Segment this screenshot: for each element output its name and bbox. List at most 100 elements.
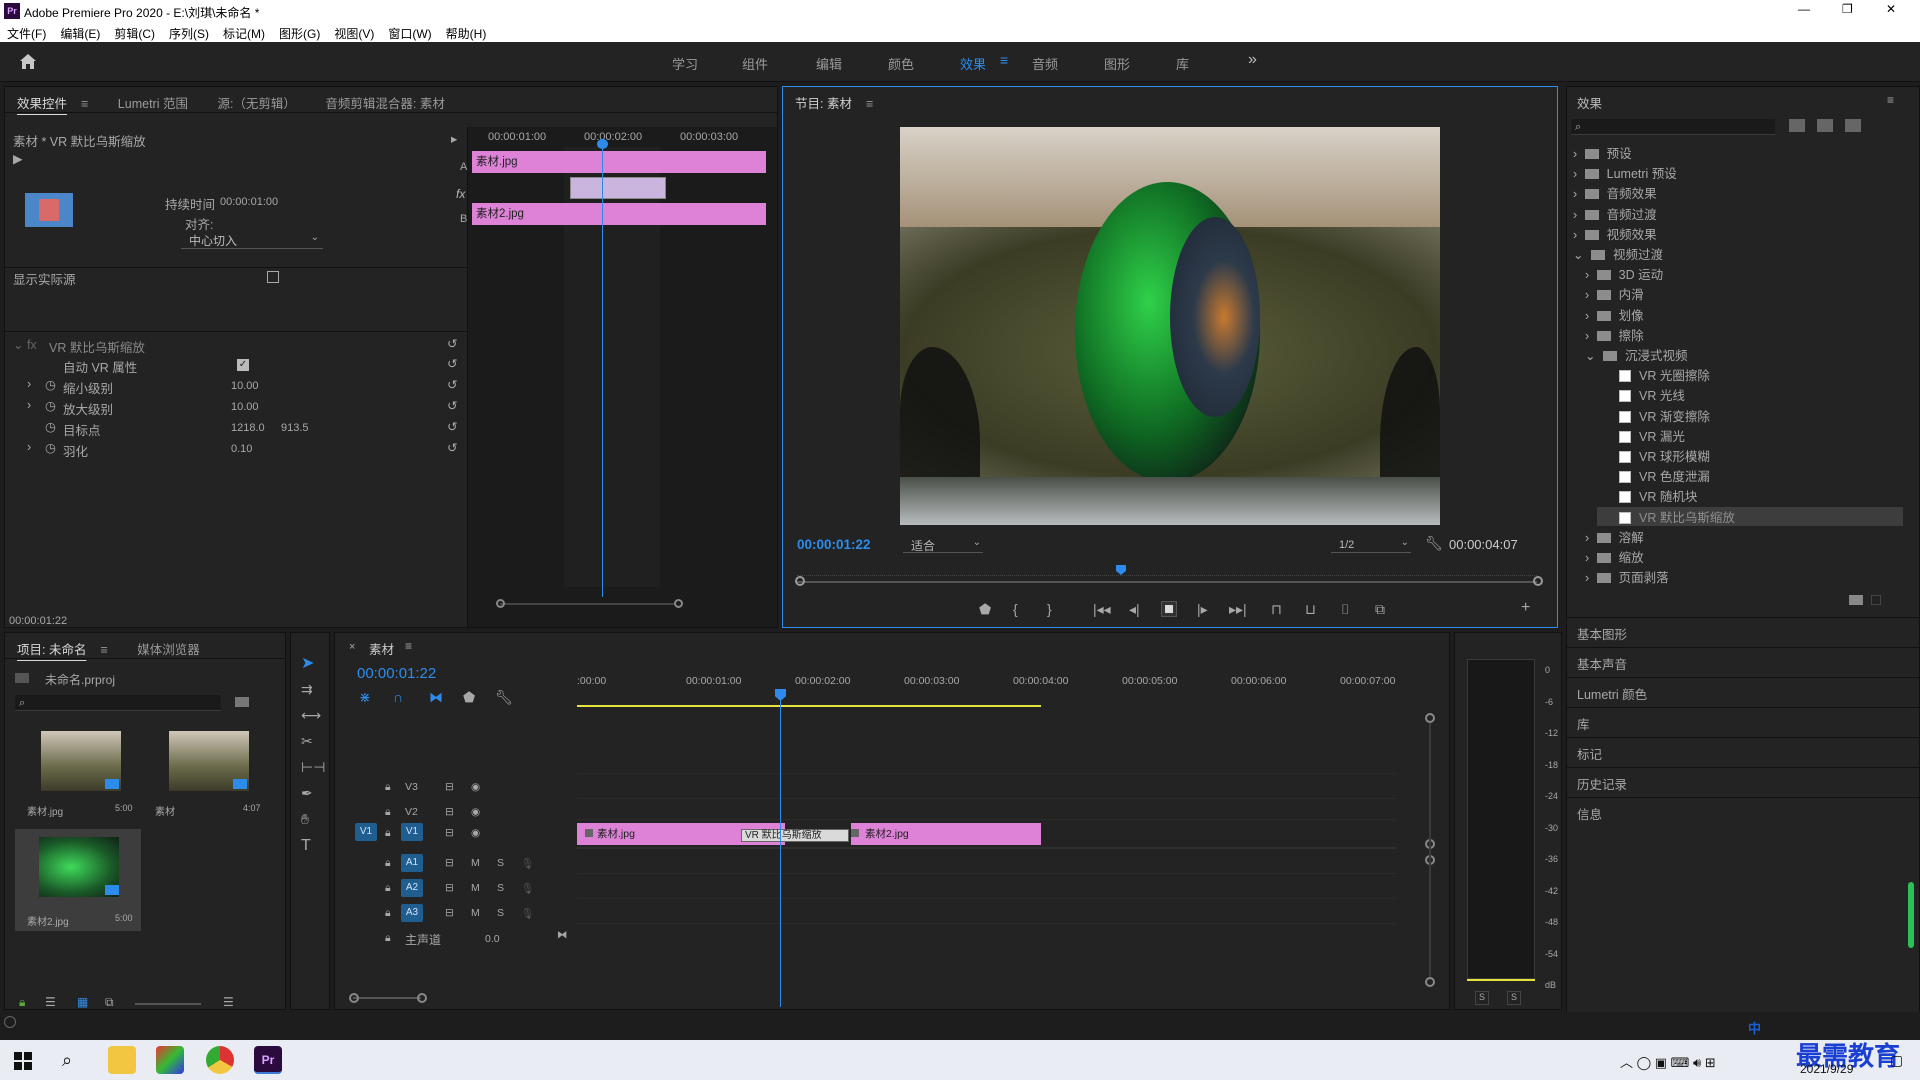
playhead-handle-icon[interactable] xyxy=(775,689,786,701)
effects-folder[interactable]: › 溶解 xyxy=(1585,527,1644,546)
effect-item[interactable]: VR 光线 xyxy=(1597,385,1685,404)
workspace-tab-4[interactable]: 效果 xyxy=(960,54,986,73)
effects-folder[interactable]: › 音频过渡 xyxy=(1573,204,1657,223)
param-target-y[interactable]: 913.5 xyxy=(281,422,309,434)
panel-menu-icon[interactable]: ≡ xyxy=(405,639,412,653)
lock-icon[interactable]: 🔒︎ xyxy=(385,882,391,895)
param-zoom-in-value[interactable]: 10.00 xyxy=(231,401,259,413)
project-search-input[interactable]: ⌕ xyxy=(15,695,221,711)
new-bin-icon[interactable] xyxy=(235,697,249,707)
eye-icon[interactable]: ◉ xyxy=(471,806,480,818)
solo-left-button[interactable]: S xyxy=(1475,991,1489,1005)
auto-vr-checkbox[interactable]: ✓ xyxy=(237,359,249,371)
effect-item[interactable]: VR 随机块 xyxy=(1597,486,1697,505)
project-item[interactable]: 素材 4:07 xyxy=(143,727,269,819)
menu-item-4[interactable]: 标记(M) xyxy=(216,22,272,42)
tab-source[interactable]: 源:（无剪辑） xyxy=(205,87,309,112)
effects-folder[interactable]: › Lumetri 预设 xyxy=(1573,163,1677,182)
search-icon[interactable]: ⌕ xyxy=(62,1050,72,1071)
sort-icon[interactable]: ☰ xyxy=(223,995,234,1009)
lock-icon[interactable]: 🔒︎ xyxy=(385,857,391,870)
tab-effect-controls[interactable]: 效果控件 xyxy=(5,87,81,112)
program-timecode[interactable]: 00:00:01:22 xyxy=(797,537,871,552)
timeline-playhead[interactable] xyxy=(780,695,781,1007)
lock-icon[interactable]: 🔒︎ xyxy=(385,932,391,945)
expand-icon[interactable]: › xyxy=(27,398,31,412)
close-button[interactable]: ✕ xyxy=(1886,2,1896,16)
timeline-transition[interactable]: VR 默比乌斯缩放 xyxy=(741,829,849,842)
go-to-in-icon[interactable]: |◂◂ xyxy=(1093,601,1111,618)
panel-section[interactable]: 基本声音 xyxy=(1567,647,1919,675)
expand-icon[interactable]: › xyxy=(27,377,31,391)
toggle-sync-icon[interactable]: ⊟ xyxy=(445,781,454,793)
chevron-right-icon[interactable]: › xyxy=(1585,531,1593,545)
show-source-checkbox[interactable] xyxy=(267,271,279,283)
param-target-x[interactable]: 1218.0 xyxy=(231,422,265,434)
toggle-sync-icon[interactable]: ⊟ xyxy=(445,857,454,869)
lock-icon[interactable]: 🔒︎ xyxy=(385,806,391,819)
hscroll-bar[interactable] xyxy=(353,997,421,999)
pen-tool-icon[interactable]: ✒ xyxy=(301,785,313,802)
ec-playhead[interactable] xyxy=(602,141,603,597)
close-tab-icon[interactable]: × xyxy=(349,641,355,653)
program-playhead[interactable] xyxy=(1116,565,1126,575)
source-v1-patch[interactable]: V1 xyxy=(355,823,377,841)
solo-right-button[interactable]: S xyxy=(1507,991,1521,1005)
selection-tool-icon[interactable]: ➤ xyxy=(301,653,314,673)
app-store-icon[interactable] xyxy=(156,1046,184,1074)
workspace-tab-5[interactable]: 音频 xyxy=(1032,54,1058,73)
minimize-button[interactable]: — xyxy=(1798,2,1810,16)
effects-folder[interactable]: › 擦除 xyxy=(1585,325,1644,344)
mute-button[interactable]: M xyxy=(471,882,480,894)
add-marker-icon[interactable]: ⬟ xyxy=(463,689,475,706)
chevron-right-icon[interactable]: › xyxy=(1585,551,1593,565)
icon-view-icon[interactable]: ▦ xyxy=(77,995,88,1009)
ime-indicator[interactable]: 中 xyxy=(1748,1018,1761,1037)
playhead-handle-icon[interactable] xyxy=(597,139,608,149)
microphone-icon[interactable]: 🎙︎ xyxy=(521,857,534,870)
panel-menu-icon[interactable]: ≡ xyxy=(866,91,887,111)
yuv-effects-icon[interactable] xyxy=(1845,119,1861,132)
workspace-tab-1[interactable]: 组件 xyxy=(742,54,768,73)
solo-button[interactable]: S xyxy=(497,882,504,894)
slip-tool-icon[interactable]: ⊢⊣ xyxy=(301,759,325,776)
panel-menu-icon[interactable]: ≡ xyxy=(1887,93,1894,107)
effects-folder[interactable]: › 3D 运动 xyxy=(1585,264,1663,283)
track-a1-label[interactable]: A1 xyxy=(401,854,423,872)
lock-icon[interactable]: 🔒︎ xyxy=(385,781,391,794)
effects-folder[interactable]: ⌄ 视频过渡 xyxy=(1573,244,1663,263)
stopwatch-icon[interactable]: ◷ xyxy=(45,398,56,413)
scrubber-start-handle[interactable] xyxy=(795,576,805,586)
param-zoom-out-value[interactable]: 10.00 xyxy=(231,380,259,392)
go-to-out-icon[interactable]: ▸▸| xyxy=(1229,601,1247,618)
workspace-tab-0[interactable]: 学习 xyxy=(672,54,698,73)
solo-button[interactable]: S xyxy=(497,857,504,869)
ec-clip-a[interactable]: 素材.jpg xyxy=(472,151,766,173)
chevron-right-icon[interactable]: › xyxy=(1573,228,1581,242)
reset-icon[interactable]: ↺ xyxy=(447,398,457,413)
tab-lumetri-scopes[interactable]: Lumetri 范围 xyxy=(106,87,202,112)
panel-menu-icon[interactable]: ≡ xyxy=(81,91,102,111)
tray-icons[interactable]: ︿ ◯ ▣ ⌨ 🔊︎ ⊞ xyxy=(1620,1052,1716,1071)
expand-icon[interactable]: › xyxy=(27,440,31,454)
effect-item[interactable]: VR 默比乌斯缩放 xyxy=(1597,506,1903,526)
panel-section[interactable]: 标记 xyxy=(1567,737,1919,765)
program-title[interactable]: 节目: 素材 xyxy=(783,87,866,112)
step-forward-icon[interactable]: |▸ xyxy=(1197,601,1208,618)
menu-item-1[interactable]: 编辑(E) xyxy=(53,22,107,42)
workspace-tab-2[interactable]: 编辑 xyxy=(816,54,842,73)
panel-section[interactable]: 历史记录 xyxy=(1567,767,1919,795)
param-feather-value[interactable]: 0.10 xyxy=(231,443,252,455)
timeline-clip-2[interactable]: 素材2.jpg xyxy=(851,823,1041,845)
effects-folder[interactable]: › 预设 xyxy=(1573,143,1632,162)
add-marker-icon[interactable]: ⬟ xyxy=(979,601,991,618)
ripple-edit-tool-icon[interactable]: ⟷ xyxy=(301,707,321,724)
razor-tool-icon[interactable]: ✂ xyxy=(301,733,313,750)
stopwatch-icon[interactable]: ◷ xyxy=(45,377,56,392)
workspace-tab-6[interactable]: 图形 xyxy=(1104,54,1130,73)
notifications-icon[interactable]: ▢ xyxy=(1890,1052,1903,1069)
menu-item-2[interactable]: 剪辑(C) xyxy=(107,22,162,42)
chevron-right-icon[interactable]: › xyxy=(1585,309,1593,323)
hscroll-handle-right[interactable] xyxy=(417,993,427,1003)
track-v1-label[interactable]: V1 xyxy=(401,823,423,841)
